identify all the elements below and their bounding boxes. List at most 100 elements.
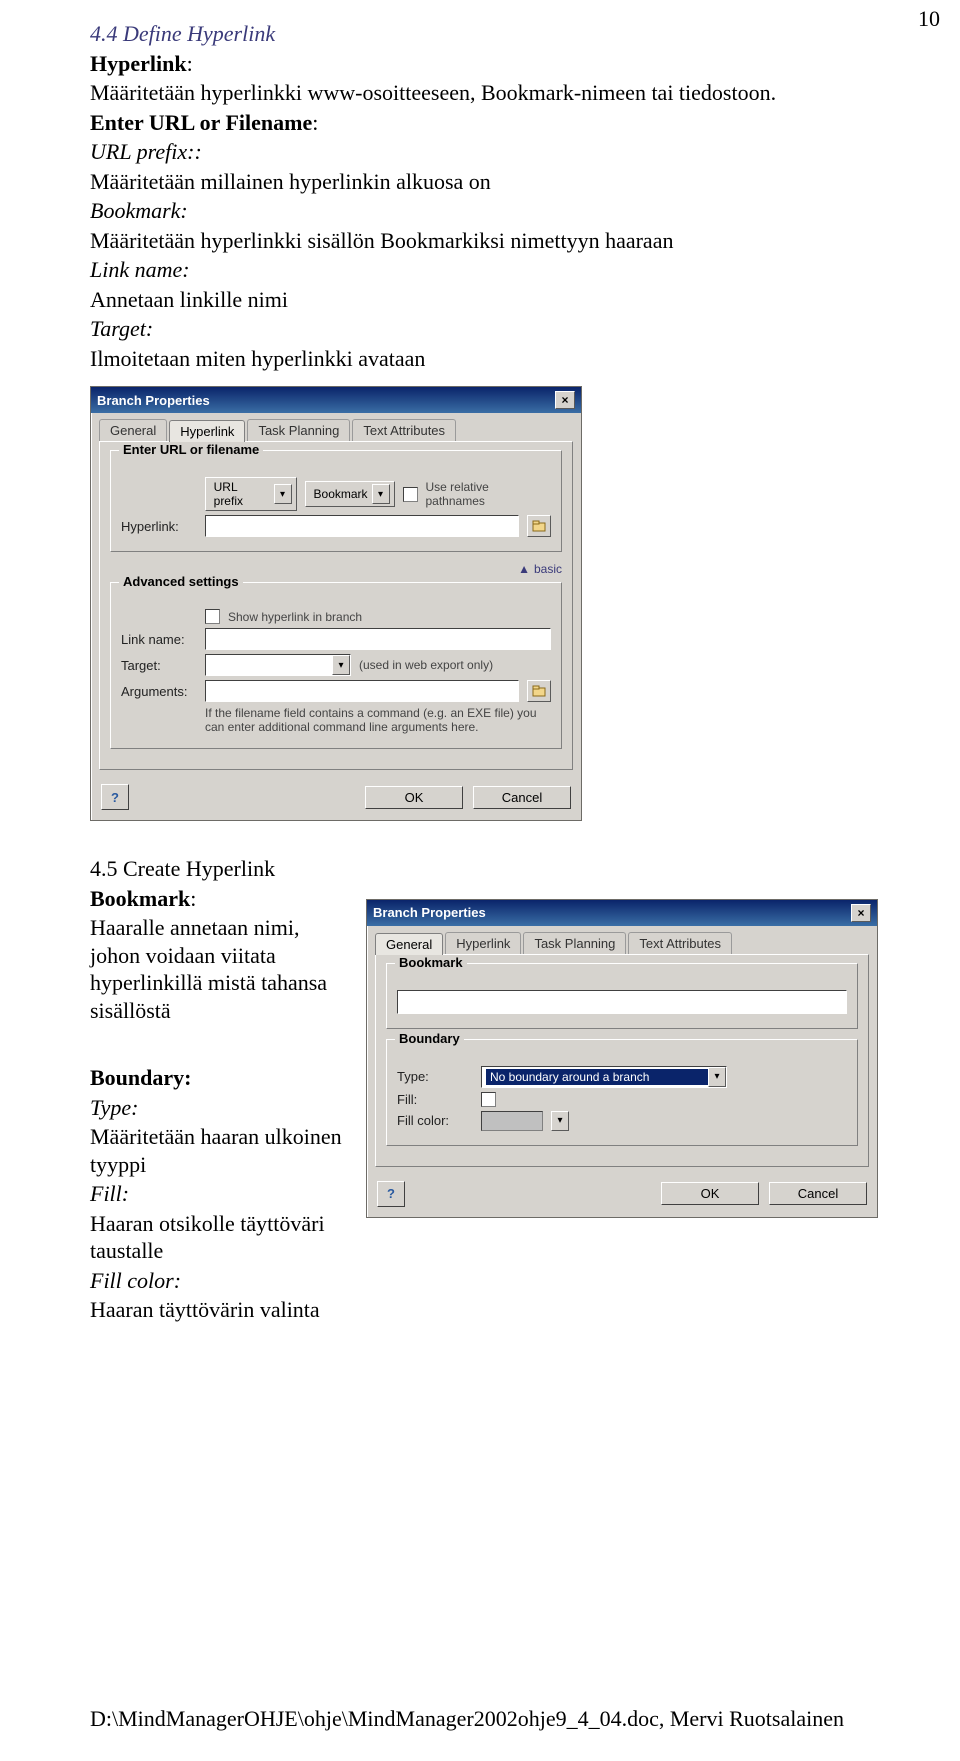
dialog2-panel: Bookmark Boundary Type: No boundary arou…: [375, 954, 869, 1167]
target-hint: (used in web export only): [359, 658, 493, 672]
colon: :: [174, 1268, 181, 1293]
type-desc: Määritetään haaran ulkoinen tyyppi: [90, 1123, 350, 1178]
ok-button[interactable]: OK: [661, 1182, 759, 1205]
hyperlink-input[interactable]: [205, 515, 519, 537]
link-name-row: Link name:: [121, 628, 551, 650]
url-prefix-desc: Määritetään millainen hyperlinkin alkuos…: [90, 168, 900, 196]
bookmark-dropdown[interactable]: Bookmark ▾: [305, 481, 395, 507]
fill-field-label: Fill:: [397, 1092, 473, 1107]
type-field-label: Type:: [397, 1069, 473, 1084]
tab-hyperlink[interactable]: Hyperlink: [445, 932, 521, 954]
url-prefix-dropdown[interactable]: URL prefix ▾: [205, 477, 297, 511]
colon: :: [190, 886, 196, 911]
cancel-button[interactable]: Cancel: [473, 786, 571, 809]
page-number: 10: [918, 6, 940, 32]
colon: :: [146, 316, 153, 341]
help-button[interactable]: ?: [101, 784, 129, 810]
bookmark-desc: Määritetään hyperlinkki sisällön Bookmar…: [90, 227, 900, 255]
bookmark-term-line: Bookmark:: [90, 197, 900, 225]
tab-text-attributes[interactable]: Text Attributes: [352, 419, 456, 441]
link-name-input[interactable]: [205, 628, 551, 650]
tab-general[interactable]: General: [375, 933, 443, 955]
dialog-titlebar: Branch Properties ×: [91, 387, 581, 413]
enter-url-label: Enter URL or Filename: [90, 110, 312, 135]
type-term-line: Type:: [90, 1094, 350, 1122]
hyperlink-field-label: Hyperlink:: [121, 519, 197, 534]
arguments-hint-row: If the filename field contains a command…: [121, 706, 551, 734]
dialog2-titlebar: Branch Properties ×: [367, 900, 877, 926]
target-combo[interactable]: ▾: [205, 654, 351, 676]
chevron-down-icon: ▾: [708, 1067, 726, 1087]
page-footer: D:\MindManagerOHJE\ohje\MindManager2002o…: [90, 1706, 844, 1732]
arguments-input[interactable]: [205, 680, 519, 702]
advanced-settings-group: Advanced settings Show hyperlink in bran…: [110, 582, 562, 749]
ok-button[interactable]: OK: [365, 786, 463, 809]
chevron-down-icon[interactable]: ▾: [551, 1111, 569, 1131]
chevron-down-icon: ▾: [372, 484, 390, 504]
hyperlink-description: Määritetään hyperlinkki www-osoitteeseen…: [90, 79, 900, 107]
fill-term-line: Fill:: [90, 1180, 350, 1208]
use-relative-label: Use relative pathnames: [426, 480, 552, 508]
url-prefix-term-line: URL prefix::: [90, 138, 900, 166]
section-4-5-title: 4.5 Create Hyperlink: [90, 855, 900, 883]
colon: :: [195, 139, 202, 164]
help-button[interactable]: ?: [377, 1181, 405, 1207]
tab-general[interactable]: General: [99, 419, 167, 441]
boundary-type-row: Type: No boundary around a branch ▾: [397, 1066, 847, 1088]
boundary-fillcolor-row: Fill color: ▾: [397, 1111, 847, 1131]
browse-args-icon[interactable]: [527, 680, 551, 702]
cancel-button[interactable]: Cancel: [769, 1182, 867, 1205]
link-name-term: Link name: [90, 257, 182, 282]
target-desc: Ilmoitetaan miten hyperlinkki avataan: [90, 345, 900, 373]
bookmark-input-row: [397, 990, 847, 1014]
bookmark-legend: Bookmark: [395, 955, 467, 970]
tab-hyperlink[interactable]: Hyperlink: [169, 420, 245, 442]
boundary-type-combo[interactable]: No boundary around a branch ▾: [481, 1066, 727, 1088]
fillcolor-field-label: Fill color:: [397, 1113, 473, 1128]
colon: :: [122, 1181, 129, 1206]
section-4-4-title: 4.4 Define Hyperlink: [90, 20, 900, 48]
colon: :: [131, 1095, 138, 1120]
target-field-label: Target:: [121, 658, 197, 673]
browse-icon[interactable]: [527, 515, 551, 537]
tab-task-planning[interactable]: Task Planning: [523, 932, 626, 954]
fillcolor-swatch[interactable]: [481, 1111, 543, 1131]
hyperlink-term: Hyperlink: [90, 51, 187, 76]
colon: :: [182, 257, 189, 282]
colon: :: [187, 51, 193, 76]
chevron-down-icon: ▾: [332, 655, 350, 675]
fillcolor-desc: Haaran täyttövärin valinta: [90, 1296, 350, 1324]
hyperlink-term-line: Hyperlink:: [90, 50, 900, 78]
tab-task-planning[interactable]: Task Planning: [247, 419, 350, 441]
bookmark2-term-line: Bookmark:: [90, 885, 350, 913]
bookmark-input[interactable]: [397, 990, 847, 1014]
dialog-title: Branch Properties: [97, 393, 210, 408]
dialog-tabs: General Hyperlink Task Planning Text Att…: [91, 413, 581, 441]
colon: :: [312, 110, 318, 135]
advanced-legend: Advanced settings: [119, 574, 243, 589]
url-prefix-dropdown-label: URL prefix: [214, 480, 270, 508]
link-name-field-label: Link name:: [121, 632, 197, 647]
arguments-row: Arguments:: [121, 680, 551, 702]
bookmark2-term: Bookmark: [90, 886, 190, 911]
fill-checkbox[interactable]: [481, 1092, 496, 1107]
dialog2-tabs: General Hyperlink Task Planning Text Att…: [367, 926, 877, 954]
close-icon[interactable]: ×: [555, 391, 575, 409]
show-hyperlink-checkbox[interactable]: [205, 609, 220, 624]
basic-label: basic: [534, 562, 562, 576]
use-relative-checkbox[interactable]: [403, 487, 418, 502]
bookmark-term: Bookmark: [90, 198, 180, 223]
hyperlink-input-row: Hyperlink:: [121, 515, 551, 537]
show-hyperlink-row: Show hyperlink in branch: [121, 609, 551, 624]
enter-url-legend: Enter URL or filename: [119, 442, 263, 457]
fill-desc: Haaran otsikolle täyttöväri taustalle: [90, 1210, 350, 1265]
close-icon[interactable]: ×: [851, 904, 871, 922]
arguments-hint: If the filename field contains a command…: [205, 706, 551, 734]
tab-text-attributes[interactable]: Text Attributes: [628, 932, 732, 954]
chevron-up-icon: ▲: [518, 562, 530, 576]
colon: :: [180, 198, 187, 223]
enter-url-group: Enter URL or filename URL prefix ▾ Bookm…: [110, 450, 562, 552]
boundary-term-line: Boundary:: [90, 1064, 350, 1092]
fillcolor-term: Fill color: [90, 1268, 174, 1293]
url-prefix-term: URL prefix:: [90, 139, 195, 164]
